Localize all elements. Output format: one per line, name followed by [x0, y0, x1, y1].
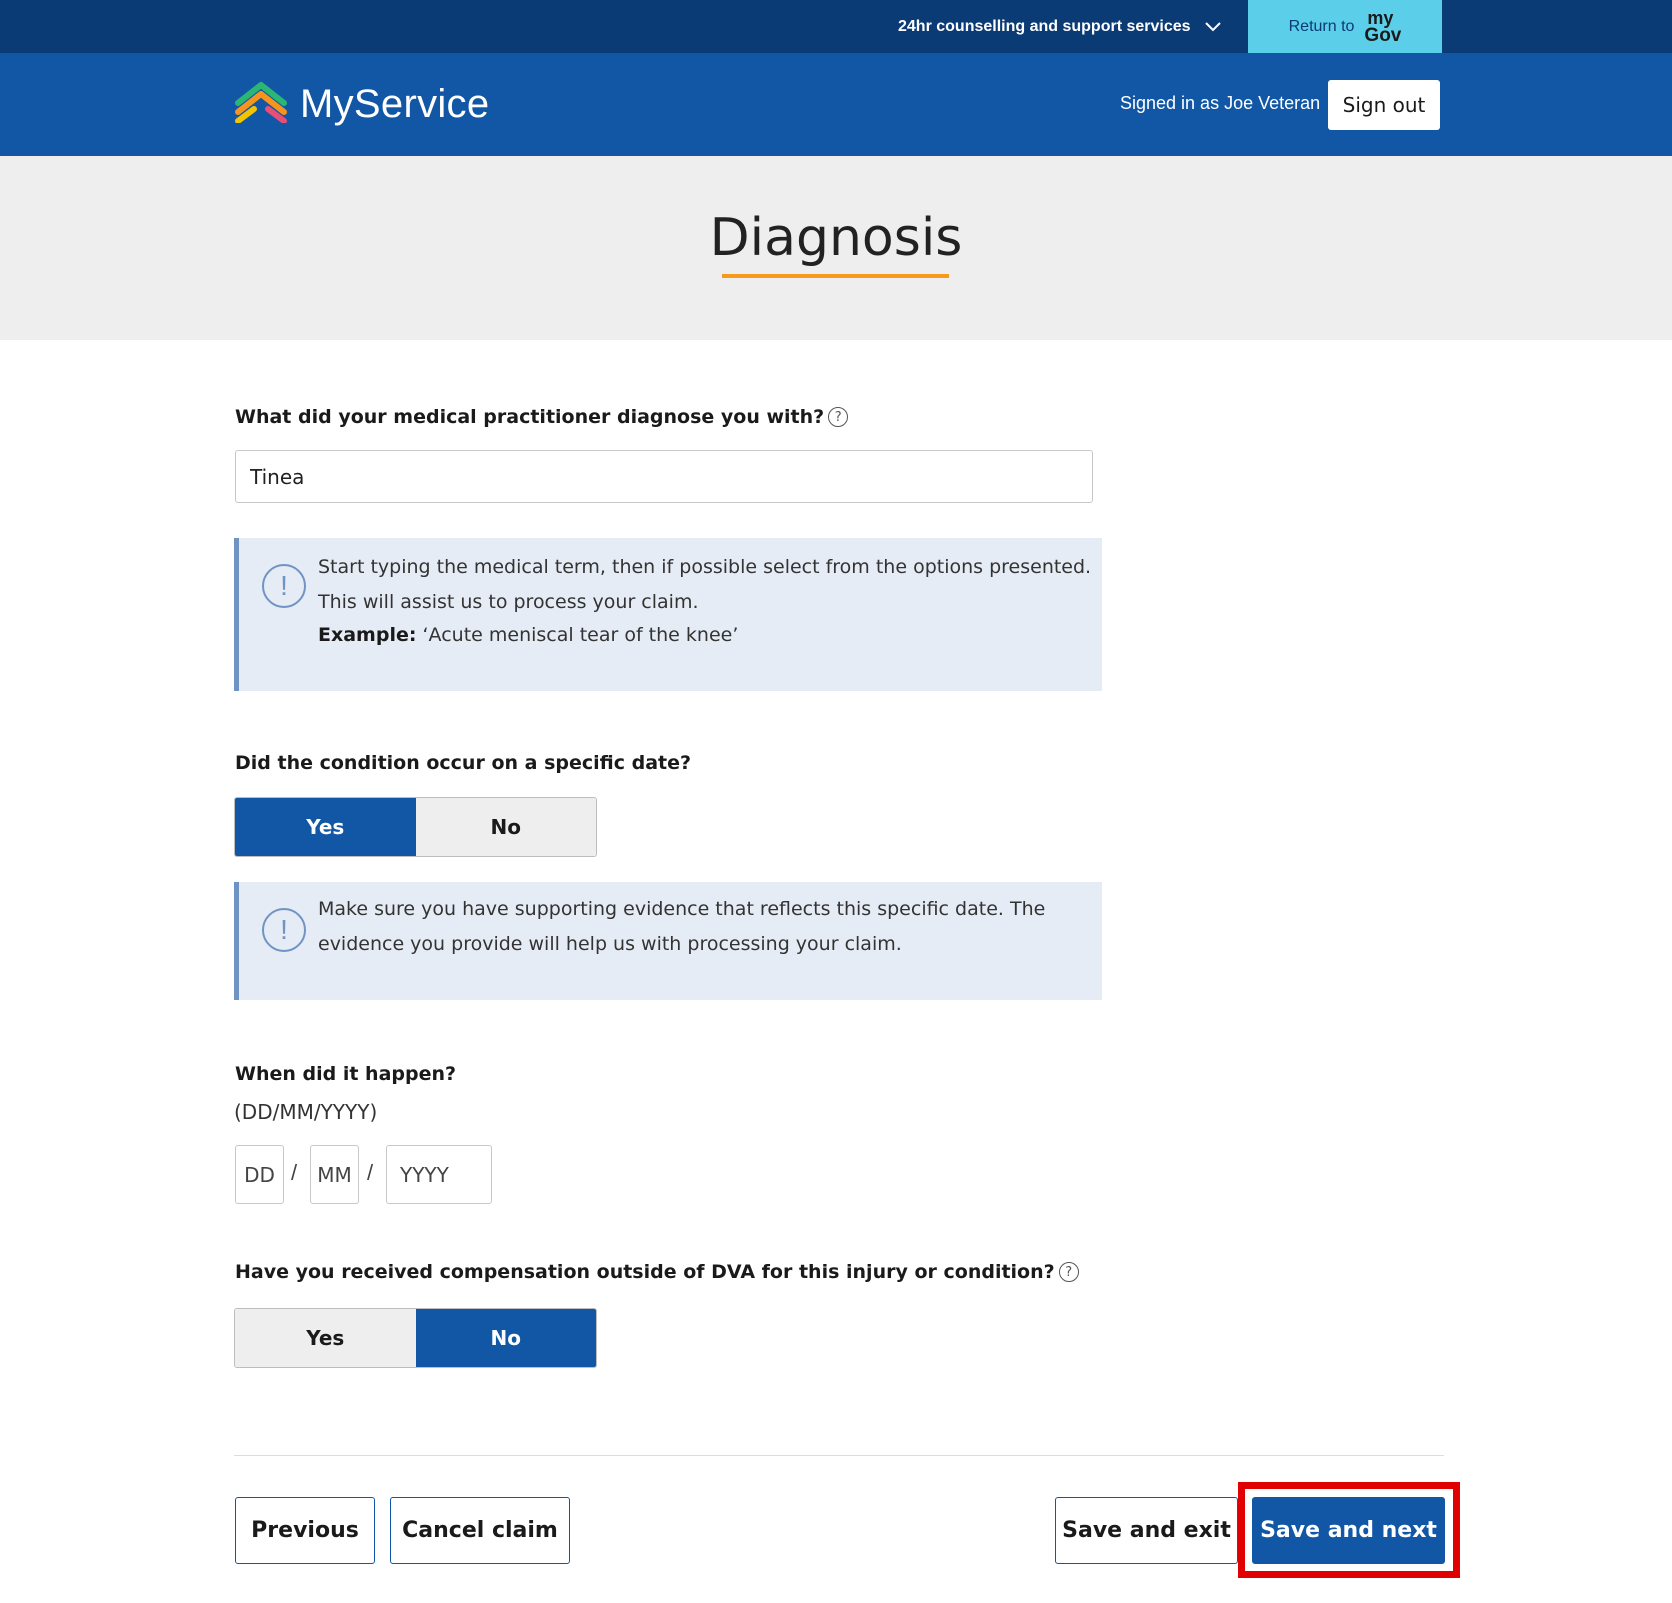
info-icon: ! [262, 564, 306, 608]
date-format-hint: (DD/MM/YYYY) [234, 1100, 378, 1124]
compensation-yes-button[interactable]: Yes [235, 1309, 416, 1367]
specific-date-question: Did the condition occur on a specific da… [235, 752, 691, 774]
evidence-line-2: evidence you provide will help us with p… [318, 933, 902, 955]
site-header: MyService Signed in as Joe Veteran Sign … [0, 53, 1672, 156]
support-services-label: 24hr counselling and support services [898, 17, 1191, 35]
myservice-home-link[interactable]: MyService [234, 81, 489, 128]
info-icon: ! [262, 908, 306, 952]
evidence-info-box: ! Make sure you have supporting evidence… [234, 882, 1102, 1000]
chevron-down-icon [1204, 21, 1221, 32]
diagnosis-input[interactable] [235, 450, 1093, 503]
specific-date-no-button[interactable]: No [415, 798, 596, 856]
divider [234, 1455, 1444, 1456]
return-to-mygov-button[interactable]: Return to my Gov [1248, 0, 1442, 53]
diagnosis-question: What did your medical practitioner diagn… [235, 406, 849, 428]
specific-date-question-text: Did the condition occur on a specific da… [235, 752, 692, 774]
title-underline [722, 274, 949, 278]
brand-name: MyService [300, 82, 490, 126]
year-input[interactable]: YYYY [386, 1145, 492, 1204]
signed-in-text: Signed in as Joe Veteran [1120, 93, 1321, 113]
save-and-exit-button[interactable]: Save and exit [1055, 1497, 1238, 1564]
info-line-1: Start typing the medical term, then if p… [318, 556, 1092, 578]
help-icon[interactable]: ? [1058, 1262, 1079, 1282]
page-title: Diagnosis [709, 208, 963, 268]
title-band: Diagnosis [0, 156, 1672, 340]
compensation-question: Have you received compensation outside o… [235, 1261, 1079, 1283]
help-icon[interactable]: ? [828, 407, 849, 427]
myservice-logo-icon [234, 81, 288, 128]
info-line-2: This will assist us to process your clai… [318, 591, 699, 613]
example-label: Example: [318, 624, 417, 646]
mygov-logo: my Gov [1364, 7, 1402, 46]
return-label: Return to [1288, 17, 1355, 35]
mygov-logo-my: my [1367, 7, 1394, 28]
compensation-no-button[interactable]: No [415, 1309, 596, 1367]
diagnosis-question-text: What did your medical practitioner diagn… [235, 406, 825, 428]
save-and-next-button[interactable]: Save and next [1252, 1497, 1445, 1564]
month-input[interactable]: MM [310, 1145, 359, 1204]
diagnosis-info-text: Start typing the medical term, then if p… [318, 550, 1091, 651]
when-question: When did it happen? [235, 1063, 456, 1085]
cancel-claim-button[interactable]: Cancel claim [390, 1497, 570, 1564]
specific-date-toggle: Yes No [234, 797, 597, 857]
date-separator: / [291, 1160, 298, 1185]
date-separator: / [367, 1160, 374, 1185]
when-question-text: When did it happen? [235, 1063, 457, 1085]
evidence-line-1: Make sure you have supporting evidence t… [318, 898, 1046, 920]
sign-out-button[interactable]: Sign out [1328, 80, 1440, 130]
previous-button[interactable]: Previous [235, 1497, 375, 1564]
utility-bar: 24hr counselling and support services Re… [0, 0, 1672, 53]
diagnosis-info-box: ! Start typing the medical term, then if… [234, 538, 1102, 691]
specific-date-yes-button[interactable]: Yes [235, 798, 416, 856]
example-text: ‘Acute meniscal tear of the knee’ [422, 624, 739, 646]
support-services-menu[interactable]: 24hr counselling and support services [898, 0, 1221, 53]
evidence-info-text: Make sure you have supporting evidence t… [318, 892, 1045, 962]
compensation-question-text: Have you received compensation outside o… [235, 1261, 1055, 1283]
info-example: Example: ‘Acute meniscal tear of the kne… [318, 620, 1091, 651]
compensation-toggle: Yes No [234, 1308, 597, 1368]
day-input[interactable]: DD [235, 1145, 284, 1204]
mygov-logo-gov: Gov [1364, 24, 1402, 46]
